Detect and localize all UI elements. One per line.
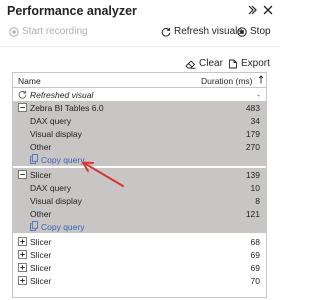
row-duration: 70	[250, 276, 260, 286]
pane-title: Performance analyzer	[7, 4, 137, 18]
copy-query-row: Copy query	[13, 153, 266, 166]
row-duration: 8	[255, 196, 260, 206]
collapse-pane-icon[interactable]	[246, 4, 258, 16]
row-name: Slicer	[30, 263, 52, 273]
row-duration: 69	[250, 263, 260, 273]
stop-button[interactable]: Stop	[237, 26, 271, 37]
annotation-arrow-icon	[82, 161, 124, 187]
column-header-name[interactable]: Name	[18, 76, 41, 86]
expand-toggle-icon[interactable]	[18, 237, 27, 246]
row-name: Slicer	[30, 250, 52, 260]
export-button[interactable]: Export	[228, 58, 270, 69]
column-header-duration[interactable]: Duration (ms)	[201, 76, 252, 86]
clear-label: Clear	[199, 58, 223, 69]
export-label: Export	[241, 58, 270, 69]
toolbar-divider	[0, 46, 279, 47]
sort-arrow-icon[interactable]	[258, 75, 264, 84]
row-duration: 10	[250, 183, 260, 193]
row-duration: 483	[245, 103, 260, 113]
pane-header: Performance analyzer	[0, 0, 279, 22]
stop-icon	[237, 26, 247, 37]
row-name: Slicer	[30, 276, 52, 286]
table-row[interactable]: Zebra BI Tables 6.0 483	[13, 101, 266, 114]
row-duration: 270	[245, 142, 260, 152]
clear-button[interactable]: Clear	[185, 58, 223, 69]
copy-query-link[interactable]: Copy query	[41, 222, 84, 232]
table-header: Name Duration (ms)	[13, 73, 266, 88]
row-name: DAX query	[30, 116, 72, 126]
row-name: Visual display	[30, 196, 82, 206]
refresh-visuals-label: Refresh visuals	[174, 26, 243, 37]
table-row[interactable]: Visual display 179	[13, 127, 266, 140]
copy-query-row: Copy query	[13, 220, 266, 233]
export-icon	[229, 59, 237, 68]
row-name: Zebra BI Tables 6.0	[30, 103, 104, 113]
row-duration: 179	[245, 129, 260, 139]
stop-label: Stop	[250, 26, 271, 37]
row-duration: 69	[250, 250, 260, 260]
expand-toggle-icon[interactable]	[18, 250, 27, 259]
results-table: Name Duration (ms) Refreshed visual - Ze…	[12, 72, 267, 298]
row-name: Slicer	[30, 170, 52, 180]
collapse-toggle-icon[interactable]	[18, 103, 27, 112]
expand-toggle-icon[interactable]	[18, 263, 27, 272]
row-name: Slicer	[30, 237, 52, 247]
close-icon[interactable]	[262, 4, 274, 16]
row-duration: 139	[245, 170, 260, 180]
table-row[interactable]: Slicer 68	[13, 235, 266, 248]
refresh-visuals-button[interactable]: Refresh visuals	[161, 26, 242, 37]
row-name: Visual display	[30, 129, 82, 139]
table-row[interactable]: Other 121	[13, 207, 266, 220]
table-row[interactable]: DAX query 34	[13, 114, 266, 127]
row-name: Other	[30, 142, 52, 152]
collapse-toggle-icon[interactable]	[18, 170, 27, 179]
row-duration: 34	[250, 116, 260, 126]
start-recording-label: Start recording	[22, 26, 88, 37]
row-duration: 68	[250, 237, 260, 247]
record-icon	[9, 26, 19, 37]
table-row[interactable]: Visual display 8	[13, 194, 266, 207]
recording-toolbar: Start recording Refresh visuals Stop	[0, 24, 279, 42]
table-row[interactable]: Refreshed visual -	[13, 88, 266, 101]
table-row[interactable]: Slicer 139	[13, 168, 266, 181]
table-row[interactable]: Slicer 70	[13, 274, 266, 287]
row-name: DAX query	[30, 183, 72, 193]
start-recording-button[interactable]: Start recording	[9, 26, 88, 37]
expand-toggle-icon[interactable]	[18, 276, 27, 285]
row-name: Refreshed visual	[30, 90, 94, 100]
table-row[interactable]: Other 270	[13, 140, 266, 153]
row-name: Other	[30, 209, 52, 219]
row-duration: -	[257, 90, 260, 100]
refresh-icon	[18, 90, 27, 99]
copy-icon	[30, 221, 38, 231]
refresh-icon	[161, 27, 171, 37]
table-row[interactable]: DAX query 10	[13, 181, 266, 194]
copy-icon	[30, 154, 38, 164]
eraser-icon	[185, 59, 196, 69]
row-duration: 121	[245, 209, 260, 219]
table-row[interactable]: Slicer 69	[13, 248, 266, 261]
table-row[interactable]: Slicer 69	[13, 261, 266, 274]
